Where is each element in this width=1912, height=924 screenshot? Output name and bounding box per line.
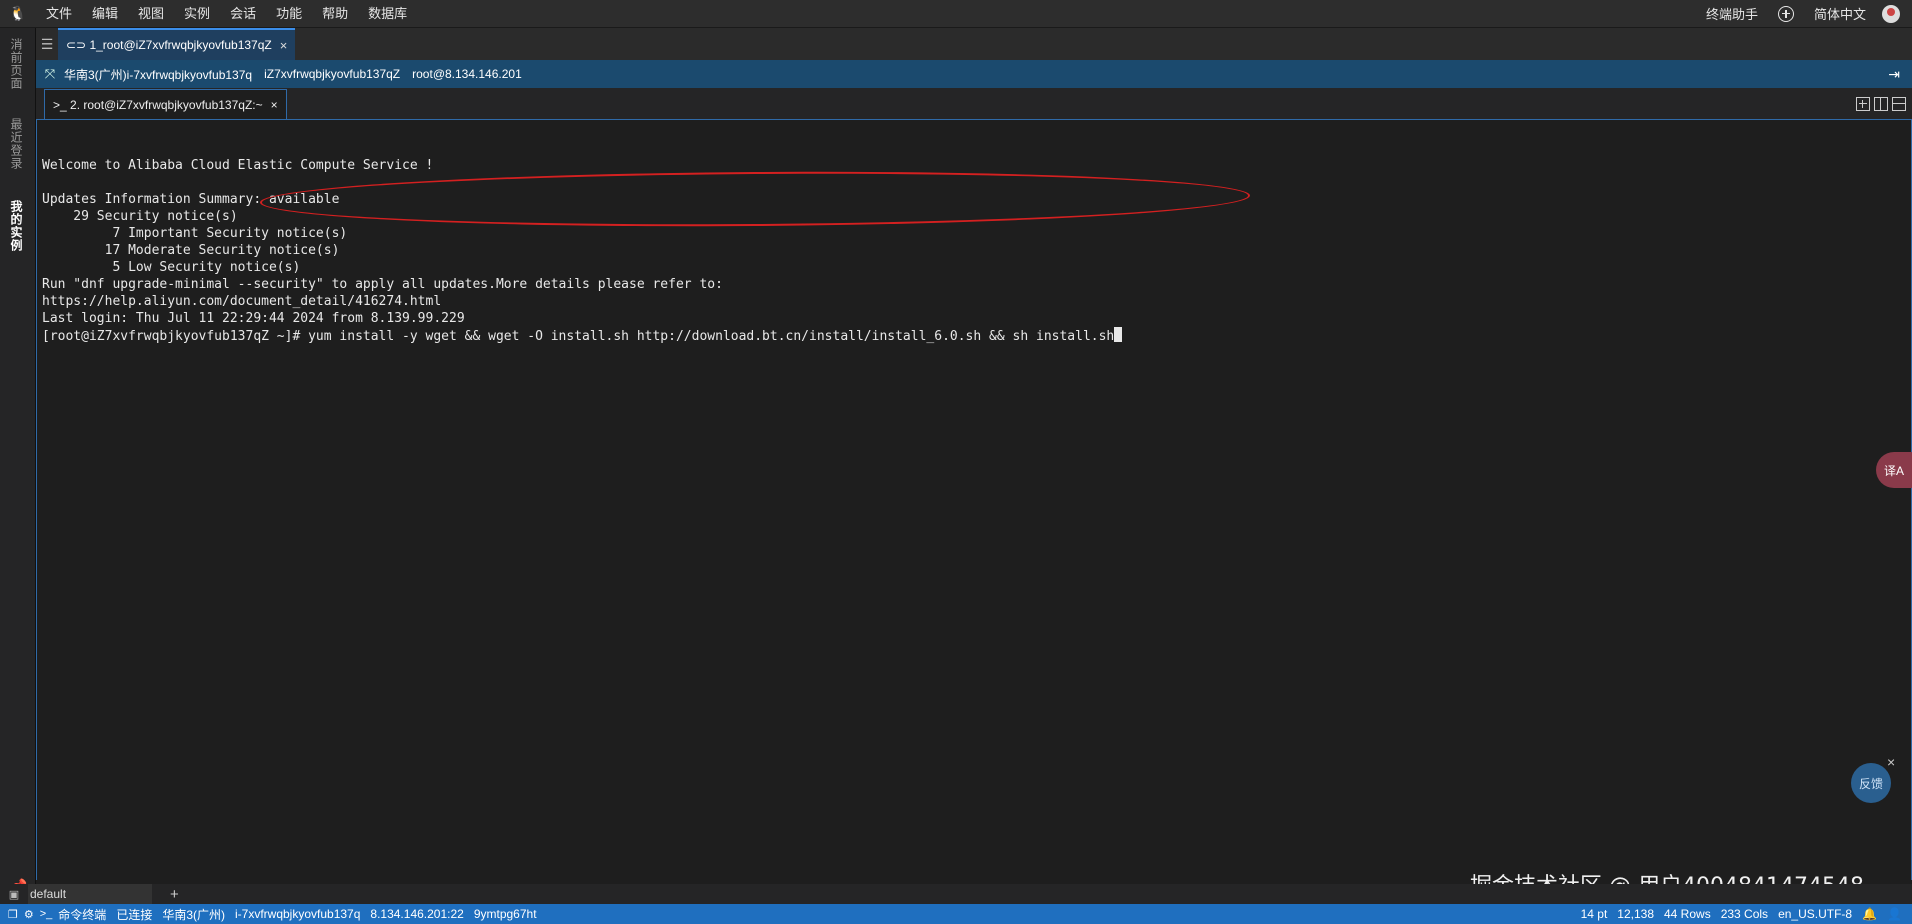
feedback-button[interactable]: 反馈	[1851, 763, 1891, 803]
terminal-tab-label: 2. root@iZ7xvfrwqbjkyovfub137qZ:~	[70, 97, 263, 112]
split-controls	[1856, 96, 1906, 111]
avatar[interactable]	[1882, 4, 1900, 23]
terminal-output[interactable]: Welcome to Alibaba Cloud Elastic Compute…	[36, 120, 1912, 880]
terminal-line: 7 Important Security notice(s)	[42, 226, 348, 241]
status-ip: 8.134.146.201:22	[370, 907, 464, 921]
bottom-tab-bar: ▣ default +	[0, 884, 1912, 904]
collapse-menu-icon[interactable]: ☰	[36, 28, 58, 60]
menu-file[interactable]: 文件	[36, 0, 82, 28]
session-tab[interactable]: ⊂⊃ 1_root@iZ7xvfrwqbjkyovfub137qZ ×	[58, 28, 296, 60]
menu-right-group: 终端助手 简体中文	[1696, 0, 1912, 28]
terminal-line: Updates Information Summary: available	[42, 192, 340, 207]
translate-icon[interactable]: 译A	[1876, 452, 1912, 488]
terminal-line: 29 Security notice(s)	[42, 209, 238, 224]
session-tab-label: 1_root@iZ7xvfrwqbjkyovfub137qZ	[89, 38, 272, 52]
close-icon[interactable]: ×	[271, 98, 278, 112]
bell-icon[interactable]: 🔔	[1862, 907, 1877, 921]
expand-icon[interactable]: ⤧	[36, 66, 64, 82]
status-terminal-label: 命令终端	[58, 907, 107, 922]
terminal-line: Welcome to Alibaba Cloud Elastic Compute…	[42, 158, 434, 173]
new-pane-icon[interactable]	[1856, 96, 1870, 111]
gear-icon[interactable]: ⚙	[24, 908, 34, 921]
status-region: 华南3(广州)	[162, 907, 225, 922]
status-font-size[interactable]: 14 pt	[1581, 907, 1608, 921]
link-icon: ⊂⊃	[66, 38, 90, 52]
status-bar: ❐ ⚙ >_ 命令终端 已连接 华南3(广州) i-7xvfrwqbjkyovf…	[0, 904, 1912, 924]
instance-region-info: 华南3(广州)i-7xvfrwqbjkyovfub137q	[64, 67, 253, 82]
terminal-icon: >_	[39, 908, 53, 920]
terminal-tab[interactable]: >_ 2. root@iZ7xvfrwqbjkyovfub137qZ:~ ×	[44, 89, 287, 119]
menu-function[interactable]: 功能	[266, 0, 312, 28]
menu-instance[interactable]: 实例	[174, 0, 220, 28]
linux-logo-icon: 🐧	[9, 5, 27, 21]
menu-view[interactable]: 视图	[128, 0, 174, 28]
status-instance: i-7xvfrwqbjkyovfub137q	[235, 907, 361, 921]
status-locale[interactable]: en_US.UTF-8	[1778, 907, 1852, 921]
add-circle-icon[interactable]	[1777, 5, 1794, 22]
menu-bar: 🐧 文件 编辑 视图 实例 会话 功能 帮助 数据库 终端助手 简体中文	[0, 0, 1912, 28]
terminal-prompt-line: [root@iZ7xvfrwqbjkyovfub137qZ ~]# yum in…	[42, 327, 1911, 344]
split-vertical-icon[interactable]	[1874, 96, 1888, 111]
menu-edit[interactable]: 编辑	[82, 0, 128, 28]
split-horizontal-icon[interactable]	[1892, 96, 1906, 111]
close-icon[interactable]: ×	[1887, 754, 1895, 770]
language-selector[interactable]: 简体中文	[1804, 4, 1876, 23]
menu-help[interactable]: 帮助	[312, 0, 358, 28]
sidebar-tab-my-instances[interactable]: 我的实例	[8, 200, 25, 252]
status-cols: 233 Cols	[1720, 907, 1769, 921]
exit-icon[interactable]: ⇥	[1888, 66, 1900, 83]
menu-session[interactable]: 会话	[220, 0, 266, 28]
person-icon[interactable]: 👤	[1887, 907, 1902, 921]
instance-info-bar: ⤧ 华南3(广州)i-7xvfrwqbjkyovfub137q iZ7xvfrw…	[36, 60, 1912, 88]
instance-user-host: root@8.134.146.201	[412, 67, 522, 81]
session-tab-bar: ☰ ⊂⊃ 1_root@iZ7xvfrwqbjkyovfub137qZ ×	[36, 28, 1912, 60]
status-session-id: 9ymtpg67ht	[473, 907, 537, 921]
status-connection: 已连接	[116, 907, 153, 922]
sidebar-tab-current-page[interactable]: 消前页面	[8, 38, 25, 90]
terminal-line: 5 Low Security notice(s)	[42, 260, 301, 275]
terminal-line: Run "dnf upgrade-minimal --security" to …	[42, 277, 723, 292]
terminal-icon: >_	[53, 97, 71, 112]
terminal-line: https://help.aliyun.com/document_detail/…	[42, 294, 442, 309]
sidebar-tab-recent-login[interactable]: 最近登录	[8, 118, 25, 170]
terminal-assistant-button[interactable]: 终端助手	[1696, 4, 1768, 23]
terminal-line: 17 Moderate Security notice(s)	[42, 243, 340, 258]
terminal-cursor	[1114, 327, 1123, 342]
status-cursor-pos: 12,138	[1617, 907, 1654, 921]
terminal-tab-bar: >_ 2. root@iZ7xvfrwqbjkyovfub137qZ:~ ×	[36, 88, 1912, 120]
left-sidebar: 消前页面 最近登录 我的实例 📌	[0, 28, 36, 906]
terminal-line: Last login: Thu Jul 11 22:29:44 2024 fro…	[42, 311, 465, 326]
add-tab-button[interactable]: +	[170, 886, 179, 903]
terminal-icon: ▣	[8, 888, 20, 901]
tab-default[interactable]: default	[28, 884, 152, 904]
terminal-command: [root@iZ7xvfrwqbjkyovfub137qZ ~]# yum in…	[42, 329, 1115, 344]
instance-hostname: iZ7xvfrwqbjkyovfub137qZ	[264, 67, 401, 81]
status-right-group: 14 pt 12,138 44 Rows 233 Cols en_US.UTF-…	[1581, 907, 1912, 921]
status-rows: 44 Rows	[1664, 907, 1711, 921]
menu-database[interactable]: 数据库	[358, 0, 417, 28]
close-icon[interactable]: ×	[280, 38, 288, 53]
window-icon[interactable]: ❐	[8, 908, 18, 921]
